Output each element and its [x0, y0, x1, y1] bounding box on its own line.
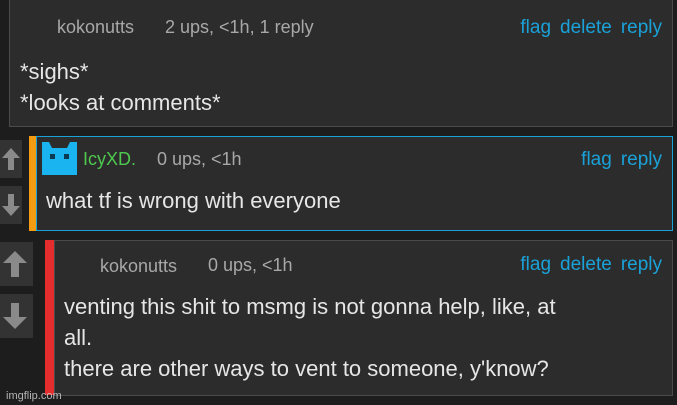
- upvote-button[interactable]: [0, 140, 22, 178]
- flag-link[interactable]: flag: [520, 254, 551, 276]
- reply-link[interactable]: reply: [621, 149, 662, 171]
- vote-controls: [0, 242, 33, 338]
- arrow-down-icon: [3, 303, 27, 329]
- comment-meta: 2 ups, <1h, 1 reply: [165, 17, 314, 37]
- comment-line: there are other ways to vent to someone,…: [64, 356, 549, 381]
- arrow-up-icon: [3, 251, 27, 277]
- comment-username[interactable]: kokonutts: [57, 17, 134, 38]
- comment-2: IcyXD. 0 ups, <1h flag reply what tf is …: [36, 136, 673, 231]
- comment-line: what tf is wrong with everyone: [46, 188, 341, 213]
- comment-actions: flag delete reply: [520, 254, 662, 276]
- comment-actions: flag reply: [581, 149, 662, 171]
- comment-3: kokonutts 0 ups, <1h flag delete reply v…: [54, 240, 673, 396]
- delete-link[interactable]: delete: [560, 17, 612, 39]
- comment-meta: 0 ups, <1h: [157, 149, 242, 169]
- flag-link[interactable]: flag: [520, 17, 551, 39]
- comment-username[interactable]: kokonutts: [100, 256, 177, 277]
- comment-body: *sighs* *looks at comments*: [20, 56, 221, 118]
- comment-1: kokonutts 2 ups, <1h, 1 reply flag delet…: [9, 0, 673, 127]
- comment-meta: 0 ups, <1h: [208, 255, 293, 275]
- reply-link[interactable]: reply: [621, 17, 662, 39]
- reply-link[interactable]: reply: [621, 254, 662, 276]
- delete-link[interactable]: delete: [560, 254, 612, 276]
- comment-username[interactable]: IcyXD.: [83, 149, 136, 170]
- flag-link[interactable]: flag: [581, 149, 612, 171]
- arrow-up-icon: [2, 148, 20, 170]
- comment-line: venting this shit to msmg is not gonna h…: [64, 294, 556, 319]
- downvote-button[interactable]: [0, 186, 22, 224]
- comment-actions: flag delete reply: [520, 17, 662, 39]
- arrow-down-icon: [2, 194, 20, 216]
- comment-line: *looks at comments*: [20, 90, 221, 115]
- upvote-button[interactable]: [0, 242, 33, 286]
- imgflip-watermark: imgflip.com: [6, 390, 62, 402]
- comment-body: venting this shit to msmg is not gonna h…: [64, 291, 664, 384]
- comment-line: *sighs*: [20, 59, 89, 84]
- cat-face-avatar-icon[interactable]: [42, 142, 77, 175]
- downvote-button[interactable]: [0, 294, 33, 338]
- vote-controls: [0, 140, 22, 224]
- comment-body: what tf is wrong with everyone: [46, 185, 341, 216]
- comment-line: all.: [64, 325, 93, 350]
- thread-depth-bar: [45, 240, 54, 395]
